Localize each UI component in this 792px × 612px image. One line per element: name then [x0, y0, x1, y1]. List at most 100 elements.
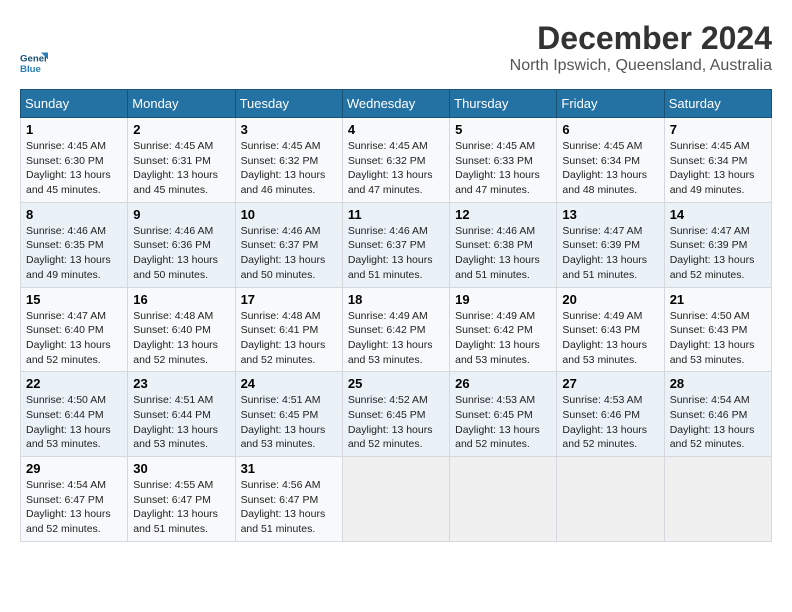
calendar-cell: 6 Sunrise: 4:45 AM Sunset: 6:34 PM Dayli… — [557, 118, 664, 203]
day-info: Sunrise: 4:49 AM Sunset: 6:42 PM Dayligh… — [455, 310, 540, 366]
calendar-cell: 31 Sunrise: 4:56 AM Sunset: 6:47 PM Dayl… — [235, 457, 342, 542]
day-info: Sunrise: 4:48 AM Sunset: 6:41 PM Dayligh… — [241, 310, 326, 366]
title-section: December 2024 North Ipswich, Queensland,… — [510, 20, 772, 75]
day-info: Sunrise: 4:51 AM Sunset: 6:45 PM Dayligh… — [241, 394, 326, 450]
calendar-cell — [342, 457, 449, 542]
calendar-cell: 4 Sunrise: 4:45 AM Sunset: 6:32 PM Dayli… — [342, 118, 449, 203]
calendar-cell: 5 Sunrise: 4:45 AM Sunset: 6:33 PM Dayli… — [450, 118, 557, 203]
day-number: 25 — [348, 376, 444, 391]
day-number: 17 — [241, 292, 337, 307]
calendar-cell: 19 Sunrise: 4:49 AM Sunset: 6:42 PM Dayl… — [450, 287, 557, 372]
day-info: Sunrise: 4:46 AM Sunset: 6:35 PM Dayligh… — [26, 225, 111, 281]
calendar-cell: 2 Sunrise: 4:45 AM Sunset: 6:31 PM Dayli… — [128, 118, 235, 203]
day-number: 31 — [241, 461, 337, 476]
day-info: Sunrise: 4:50 AM Sunset: 6:43 PM Dayligh… — [670, 310, 755, 366]
day-number: 16 — [133, 292, 229, 307]
calendar-cell: 12 Sunrise: 4:46 AM Sunset: 6:38 PM Dayl… — [450, 202, 557, 287]
calendar-cell: 20 Sunrise: 4:49 AM Sunset: 6:43 PM Dayl… — [557, 287, 664, 372]
calendar-cell: 30 Sunrise: 4:55 AM Sunset: 6:47 PM Dayl… — [128, 457, 235, 542]
day-number: 13 — [562, 207, 658, 222]
day-number: 9 — [133, 207, 229, 222]
calendar-week-row: 15 Sunrise: 4:47 AM Sunset: 6:40 PM Dayl… — [21, 287, 772, 372]
day-number: 23 — [133, 376, 229, 391]
day-number: 7 — [670, 122, 766, 137]
month-title: December 2024 — [510, 20, 772, 57]
day-info: Sunrise: 4:53 AM Sunset: 6:45 PM Dayligh… — [455, 394, 540, 450]
day-info: Sunrise: 4:51 AM Sunset: 6:44 PM Dayligh… — [133, 394, 218, 450]
calendar-cell: 23 Sunrise: 4:51 AM Sunset: 6:44 PM Dayl… — [128, 372, 235, 457]
calendar-week-row: 29 Sunrise: 4:54 AM Sunset: 6:47 PM Dayl… — [21, 457, 772, 542]
day-info: Sunrise: 4:45 AM Sunset: 6:31 PM Dayligh… — [133, 140, 218, 196]
header-day-friday: Friday — [557, 90, 664, 118]
calendar-cell: 21 Sunrise: 4:50 AM Sunset: 6:43 PM Dayl… — [664, 287, 771, 372]
day-number: 24 — [241, 376, 337, 391]
calendar-cell: 18 Sunrise: 4:49 AM Sunset: 6:42 PM Dayl… — [342, 287, 449, 372]
day-info: Sunrise: 4:53 AM Sunset: 6:46 PM Dayligh… — [562, 394, 647, 450]
day-info: Sunrise: 4:46 AM Sunset: 6:38 PM Dayligh… — [455, 225, 540, 281]
calendar-cell: 27 Sunrise: 4:53 AM Sunset: 6:46 PM Dayl… — [557, 372, 664, 457]
calendar-cell: 7 Sunrise: 4:45 AM Sunset: 6:34 PM Dayli… — [664, 118, 771, 203]
header-day-sunday: Sunday — [21, 90, 128, 118]
day-info: Sunrise: 4:46 AM Sunset: 6:36 PM Dayligh… — [133, 225, 218, 281]
day-info: Sunrise: 4:45 AM Sunset: 6:32 PM Dayligh… — [241, 140, 326, 196]
day-number: 21 — [670, 292, 766, 307]
calendar-cell: 24 Sunrise: 4:51 AM Sunset: 6:45 PM Dayl… — [235, 372, 342, 457]
calendar-cell: 17 Sunrise: 4:48 AM Sunset: 6:41 PM Dayl… — [235, 287, 342, 372]
header-day-wednesday: Wednesday — [342, 90, 449, 118]
calendar-week-row: 1 Sunrise: 4:45 AM Sunset: 6:30 PM Dayli… — [21, 118, 772, 203]
day-info: Sunrise: 4:46 AM Sunset: 6:37 PM Dayligh… — [241, 225, 326, 281]
day-info: Sunrise: 4:45 AM Sunset: 6:32 PM Dayligh… — [348, 140, 433, 196]
calendar-cell — [664, 457, 771, 542]
day-info: Sunrise: 4:55 AM Sunset: 6:47 PM Dayligh… — [133, 479, 218, 535]
day-number: 3 — [241, 122, 337, 137]
calendar-cell: 25 Sunrise: 4:52 AM Sunset: 6:45 PM Dayl… — [342, 372, 449, 457]
calendar-cell: 9 Sunrise: 4:46 AM Sunset: 6:36 PM Dayli… — [128, 202, 235, 287]
day-number: 19 — [455, 292, 551, 307]
day-number: 5 — [455, 122, 551, 137]
day-info: Sunrise: 4:45 AM Sunset: 6:34 PM Dayligh… — [670, 140, 755, 196]
calendar-week-row: 22 Sunrise: 4:50 AM Sunset: 6:44 PM Dayl… — [21, 372, 772, 457]
location-title: North Ipswich, Queensland, Australia — [510, 57, 772, 75]
calendar-cell: 22 Sunrise: 4:50 AM Sunset: 6:44 PM Dayl… — [21, 372, 128, 457]
day-info: Sunrise: 4:54 AM Sunset: 6:46 PM Dayligh… — [670, 394, 755, 450]
day-info: Sunrise: 4:50 AM Sunset: 6:44 PM Dayligh… — [26, 394, 111, 450]
header-day-monday: Monday — [128, 90, 235, 118]
day-number: 18 — [348, 292, 444, 307]
header-day-saturday: Saturday — [664, 90, 771, 118]
day-info: Sunrise: 4:49 AM Sunset: 6:43 PM Dayligh… — [562, 310, 647, 366]
day-number: 27 — [562, 376, 658, 391]
calendar-table: SundayMondayTuesdayWednesdayThursdayFrid… — [20, 89, 772, 542]
calendar-cell: 15 Sunrise: 4:47 AM Sunset: 6:40 PM Dayl… — [21, 287, 128, 372]
day-number: 4 — [348, 122, 444, 137]
calendar-cell: 26 Sunrise: 4:53 AM Sunset: 6:45 PM Dayl… — [450, 372, 557, 457]
general-blue-logo-icon: General Blue — [20, 49, 48, 77]
svg-text:Blue: Blue — [20, 64, 41, 75]
logo: General Blue — [20, 49, 52, 77]
calendar-cell: 8 Sunrise: 4:46 AM Sunset: 6:35 PM Dayli… — [21, 202, 128, 287]
day-number: 14 — [670, 207, 766, 222]
day-number: 2 — [133, 122, 229, 137]
day-info: Sunrise: 4:47 AM Sunset: 6:39 PM Dayligh… — [670, 225, 755, 281]
day-number: 12 — [455, 207, 551, 222]
day-number: 26 — [455, 376, 551, 391]
header-day-thursday: Thursday — [450, 90, 557, 118]
day-info: Sunrise: 4:45 AM Sunset: 6:30 PM Dayligh… — [26, 140, 111, 196]
day-number: 20 — [562, 292, 658, 307]
day-number: 11 — [348, 207, 444, 222]
calendar-cell: 28 Sunrise: 4:54 AM Sunset: 6:46 PM Dayl… — [664, 372, 771, 457]
calendar-cell: 29 Sunrise: 4:54 AM Sunset: 6:47 PM Dayl… — [21, 457, 128, 542]
calendar-cell: 10 Sunrise: 4:46 AM Sunset: 6:37 PM Dayl… — [235, 202, 342, 287]
calendar-cell — [450, 457, 557, 542]
header-day-tuesday: Tuesday — [235, 90, 342, 118]
calendar-cell — [557, 457, 664, 542]
calendar-cell: 14 Sunrise: 4:47 AM Sunset: 6:39 PM Dayl… — [664, 202, 771, 287]
calendar-header-row: SundayMondayTuesdayWednesdayThursdayFrid… — [21, 90, 772, 118]
day-number: 28 — [670, 376, 766, 391]
calendar-cell: 3 Sunrise: 4:45 AM Sunset: 6:32 PM Dayli… — [235, 118, 342, 203]
day-number: 8 — [26, 207, 122, 222]
day-number: 22 — [26, 376, 122, 391]
calendar-week-row: 8 Sunrise: 4:46 AM Sunset: 6:35 PM Dayli… — [21, 202, 772, 287]
day-info: Sunrise: 4:46 AM Sunset: 6:37 PM Dayligh… — [348, 225, 433, 281]
calendar-cell: 11 Sunrise: 4:46 AM Sunset: 6:37 PM Dayl… — [342, 202, 449, 287]
day-number: 15 — [26, 292, 122, 307]
